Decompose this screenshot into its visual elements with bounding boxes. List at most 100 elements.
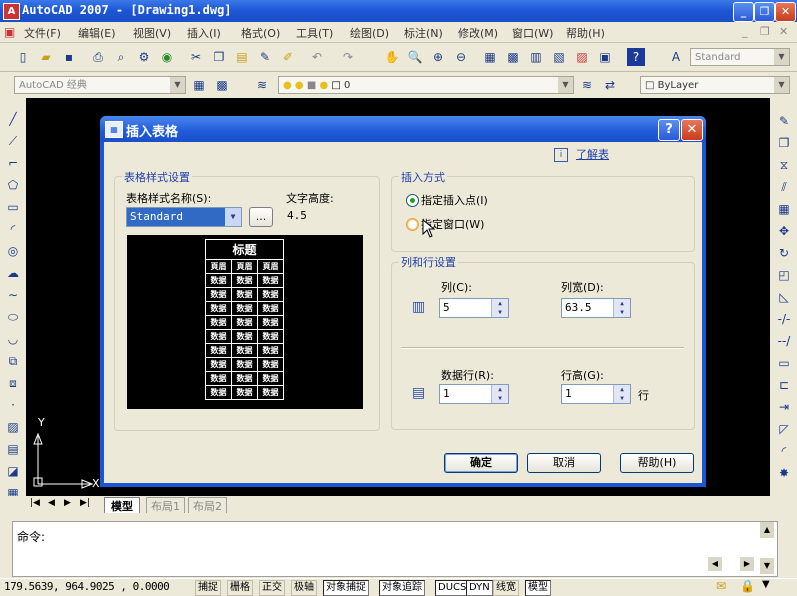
scroll-down-icon[interactable]: ▼ (760, 558, 774, 574)
ellipse-arc-icon[interactable]: ◡ (4, 330, 22, 348)
scroll-up-icon[interactable]: ▲ (760, 522, 774, 538)
table-style-browse-button[interactable]: ... (249, 207, 273, 227)
menu-window[interactable]: 窗口(W) (512, 25, 553, 41)
region-icon[interactable]: ◪ (4, 462, 22, 480)
sheet-set-icon[interactable]: ▧ (550, 48, 568, 66)
copy-object-icon[interactable]: ❐ (775, 134, 793, 152)
rotate-icon[interactable]: ↻ (775, 244, 793, 262)
mirror-icon[interactable]: ⧖ (775, 156, 793, 174)
offset-icon[interactable]: ⫽ (775, 178, 793, 196)
quickcalc-icon[interactable]: ▣ (596, 48, 614, 66)
close-icon[interactable]: ✕ (681, 119, 703, 141)
layer-combo[interactable]: ● ● ■ ● □ 0 ▼ (278, 76, 574, 94)
pan-icon[interactable]: ✋ (383, 48, 401, 66)
extend-icon[interactable]: --/ (775, 332, 793, 350)
plot-icon[interactable]: ⎙ (89, 48, 107, 66)
help-icon[interactable]: ? (658, 119, 680, 141)
columns-input[interactable]: 5 ▲ ▼ (439, 298, 509, 318)
column-width-input[interactable]: 63.5 ▲ ▼ (561, 298, 631, 318)
spinner-down-icon[interactable]: ▼ (614, 394, 630, 403)
polygon-icon[interactable]: ⬠ (4, 176, 22, 194)
spinner-up-icon[interactable]: ▲ (614, 299, 630, 308)
toolbar-lock-icon[interactable]: 🔒 (740, 579, 755, 593)
point-icon[interactable]: · (4, 396, 22, 414)
close-button[interactable]: ✕ (775, 2, 796, 22)
learn-more-link[interactable]: 了解表 (576, 146, 609, 162)
menu-draw[interactable]: 绘图(D) (350, 25, 389, 41)
zoom-previous-icon[interactable]: ⊖ (452, 48, 470, 66)
help-icon[interactable]: ? (627, 48, 645, 66)
construction-line-icon[interactable]: ⟋ (4, 132, 22, 150)
text-style-combo[interactable]: Standard ▼ (690, 48, 790, 66)
markup-icon[interactable]: ▨ (573, 48, 591, 66)
zoom-window-icon[interactable]: ⊕ (429, 48, 447, 66)
doc-minimize-icon[interactable]: _ (742, 25, 748, 38)
prev-tab-icon[interactable]: ◀ (48, 498, 55, 508)
workspace-combo[interactable]: AutoCAD 经典 ▼ (14, 76, 186, 94)
undo-icon[interactable]: ↶ (308, 48, 326, 66)
data-rows-input[interactable]: 1 ▲ ▼ (439, 384, 509, 404)
doc-restore-icon[interactable]: ❐ (760, 25, 770, 38)
menu-dimension[interactable]: 标注(N) (404, 25, 443, 41)
spinner-up-icon[interactable]: ▲ (492, 385, 508, 394)
join-icon[interactable]: ⇥ (775, 398, 793, 416)
properties-icon[interactable]: ▦ (481, 48, 499, 66)
help-button[interactable]: 帮助(H) (620, 453, 694, 473)
spline-icon[interactable]: ∼ (4, 286, 22, 304)
publish-icon[interactable]: ⚙ (135, 48, 153, 66)
redo-icon[interactable]: ↷ (339, 48, 357, 66)
line-icon[interactable]: ╱ (4, 110, 22, 128)
menu-file[interactable]: 文件(F) (24, 25, 61, 41)
insert-block-icon[interactable]: ⧉ (4, 352, 22, 370)
cancel-button[interactable]: 取消 (527, 453, 601, 473)
workspace-settings-icon[interactable]: ▦ (190, 76, 208, 94)
next-tab-icon[interactable]: ▶ (64, 498, 71, 508)
layer-manager-icon[interactable]: ≋ (253, 76, 271, 94)
spinner-down-icon[interactable]: ▼ (614, 308, 630, 317)
menu-help[interactable]: 帮助(H) (566, 25, 605, 41)
break-at-point-icon[interactable]: ▭ (775, 354, 793, 372)
status-menu-icon[interactable]: ▼ (762, 579, 770, 590)
spinner-down-icon[interactable]: ▼ (492, 308, 508, 317)
stretch-icon[interactable]: ◺ (775, 288, 793, 306)
trim-icon[interactable]: -/- (775, 310, 793, 328)
minimize-button[interactable]: _ (733, 2, 754, 22)
scroll-left-icon[interactable]: ◀ (708, 557, 722, 571)
menu-format[interactable]: 格式(O) (241, 25, 280, 41)
tool-palettes-icon[interactable]: ▥ (527, 48, 545, 66)
text-style-icon[interactable]: A (667, 48, 685, 66)
paste-icon[interactable]: ▤ (233, 48, 251, 66)
zoom-realtime-icon[interactable]: 🔍 (406, 48, 424, 66)
insert-window-radio[interactable] (406, 218, 419, 231)
menu-tools[interactable]: 工具(T) (296, 25, 333, 41)
chamfer-icon[interactable]: ◸ (775, 420, 793, 438)
break-icon[interactable]: ⊏ (775, 376, 793, 394)
doc-close-icon[interactable]: ✕ (779, 25, 788, 38)
last-tab-icon[interactable]: ▶| (80, 498, 90, 508)
row-height-spinner[interactable]: ▲ ▼ (613, 385, 630, 403)
menu-insert[interactable]: 插入(I) (187, 25, 221, 41)
move-icon[interactable]: ✥ (775, 222, 793, 240)
match-properties-icon[interactable]: ✎ (256, 48, 274, 66)
autocad-app-icon[interactable]: A (3, 3, 20, 20)
restore-button[interactable]: ❐ (754, 2, 775, 22)
row-height-input[interactable]: 1 ▲ ▼ (561, 384, 631, 404)
save-workspace-icon[interactable]: ▩ (213, 76, 231, 94)
first-tab-icon[interactable]: |◀ (30, 498, 40, 508)
command-line[interactable]: 命令: (12, 521, 778, 577)
circle-icon[interactable]: ◎ (4, 242, 22, 260)
plot-preview-icon[interactable]: ⌕ (112, 48, 130, 66)
layer-previous-icon[interactable]: ⇄ (601, 76, 619, 94)
explode-icon[interactable]: ✸ (775, 464, 793, 482)
new-icon[interactable]: ▯ (14, 48, 32, 66)
document-icon[interactable]: ▣ (4, 25, 15, 39)
save-icon[interactable]: ▪ (60, 48, 78, 66)
color-combo[interactable]: □ ByLayer ▼ (640, 76, 790, 94)
arc-icon[interactable]: ◜ (4, 220, 22, 238)
block-editor-icon[interactable]: ✐ (279, 48, 297, 66)
communication-center-icon[interactable]: ✉ (716, 579, 726, 593)
ok-button[interactable]: 确定 (444, 453, 518, 473)
make-current-layer-icon[interactable]: ≋ (578, 76, 596, 94)
fillet-icon[interactable]: ◜ (775, 442, 793, 460)
open-icon[interactable]: ▰ (37, 48, 55, 66)
